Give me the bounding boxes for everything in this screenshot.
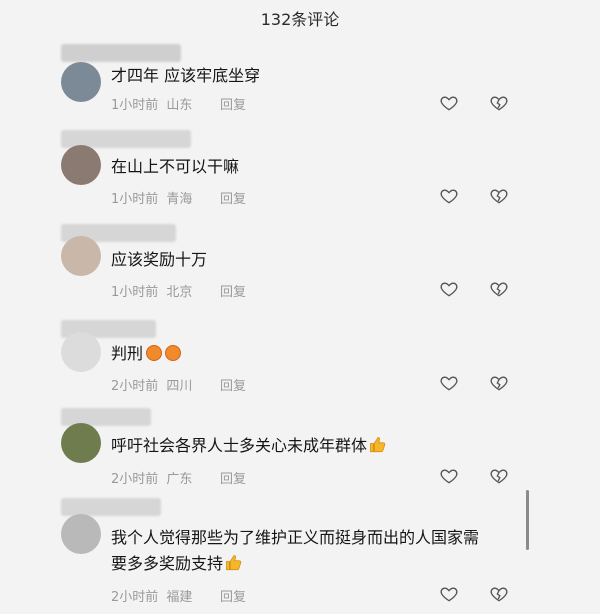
comment-location: 北京	[166, 285, 193, 300]
comment-time: 1小时前	[111, 285, 159, 300]
avatar[interactable]	[61, 62, 101, 102]
angry-face-icon	[146, 345, 163, 361]
avatar[interactable]	[61, 423, 101, 463]
comment-meta: 1小时前 青海	[111, 188, 196, 207]
avatar[interactable]	[61, 332, 101, 372]
comment-text: 应该奖励十万	[111, 250, 208, 269]
comment-location: 青海	[166, 192, 193, 207]
comment-text-line2: 要多多奖励支持	[111, 552, 243, 576]
like-heart-icon[interactable]	[439, 279, 459, 299]
broken-heart-icon[interactable]	[489, 279, 509, 299]
avatar[interactable]	[61, 145, 101, 185]
reply-button[interactable]: 回复	[220, 468, 246, 487]
avatar[interactable]	[61, 236, 101, 276]
comment-meta: 1小时前 北京	[111, 281, 196, 300]
scrollbar[interactable]	[526, 490, 529, 550]
broken-heart-icon[interactable]	[489, 93, 509, 113]
comment-meta: 2小时前 四川	[111, 375, 196, 394]
broken-heart-icon[interactable]	[489, 466, 509, 486]
reply-button[interactable]: 回复	[220, 586, 246, 605]
comment-text: 判刑	[111, 342, 182, 366]
comment-location: 四川	[166, 379, 193, 394]
thumbs-up-icon	[370, 437, 386, 453]
comment-time: 1小时前	[111, 192, 159, 207]
reply-button[interactable]: 回复	[220, 375, 246, 394]
comment-meta: 2小时前 广东	[111, 468, 196, 487]
comment-text-content: 要多多奖励支持	[111, 554, 224, 573]
comment-time: 2小时前	[111, 590, 159, 605]
comment-meta: 1小时前 山东	[111, 94, 196, 113]
comment-time: 2小时前	[111, 472, 159, 487]
comment-time: 1小时前	[111, 98, 159, 113]
comment-text: 在山上不可以干嘛	[111, 157, 240, 176]
username-blurred	[61, 44, 181, 62]
thumbs-up-icon	[226, 555, 242, 571]
comment-location: 广东	[166, 472, 193, 487]
broken-heart-icon[interactable]	[489, 186, 509, 206]
like-heart-icon[interactable]	[439, 186, 459, 206]
avatar[interactable]	[61, 514, 101, 554]
comment-text-content: 判刑	[111, 344, 144, 363]
comment-text-content: 呼吁社会各界人士多关心未成年群体	[111, 436, 368, 455]
comment-meta: 2小时前 福建	[111, 586, 196, 605]
reply-button[interactable]: 回复	[220, 188, 246, 207]
comment-text: 我个人觉得那些为了维护正义而挺身而出的人国家需	[111, 528, 480, 547]
angry-face-icon	[165, 345, 182, 361]
reply-button[interactable]: 回复	[220, 94, 246, 113]
comment-text: 才四年 应该牢底坐穿	[111, 66, 261, 85]
like-heart-icon[interactable]	[439, 93, 459, 113]
broken-heart-icon[interactable]	[489, 373, 509, 393]
like-heart-icon[interactable]	[439, 466, 459, 486]
username-blurred	[61, 498, 161, 516]
like-heart-icon[interactable]	[439, 373, 459, 393]
comment-text: 呼吁社会各界人士多关心未成年群体	[111, 434, 387, 458]
comment-location: 福建	[166, 590, 193, 605]
comment-time: 2小时前	[111, 379, 159, 394]
comment-location: 山东	[166, 98, 193, 113]
comments-header: 132条评论	[0, 0, 600, 36]
broken-heart-icon[interactable]	[489, 584, 509, 604]
comment-count-title: 132条评论	[260, 10, 340, 29]
like-heart-icon[interactable]	[439, 584, 459, 604]
reply-button[interactable]: 回复	[220, 281, 246, 300]
